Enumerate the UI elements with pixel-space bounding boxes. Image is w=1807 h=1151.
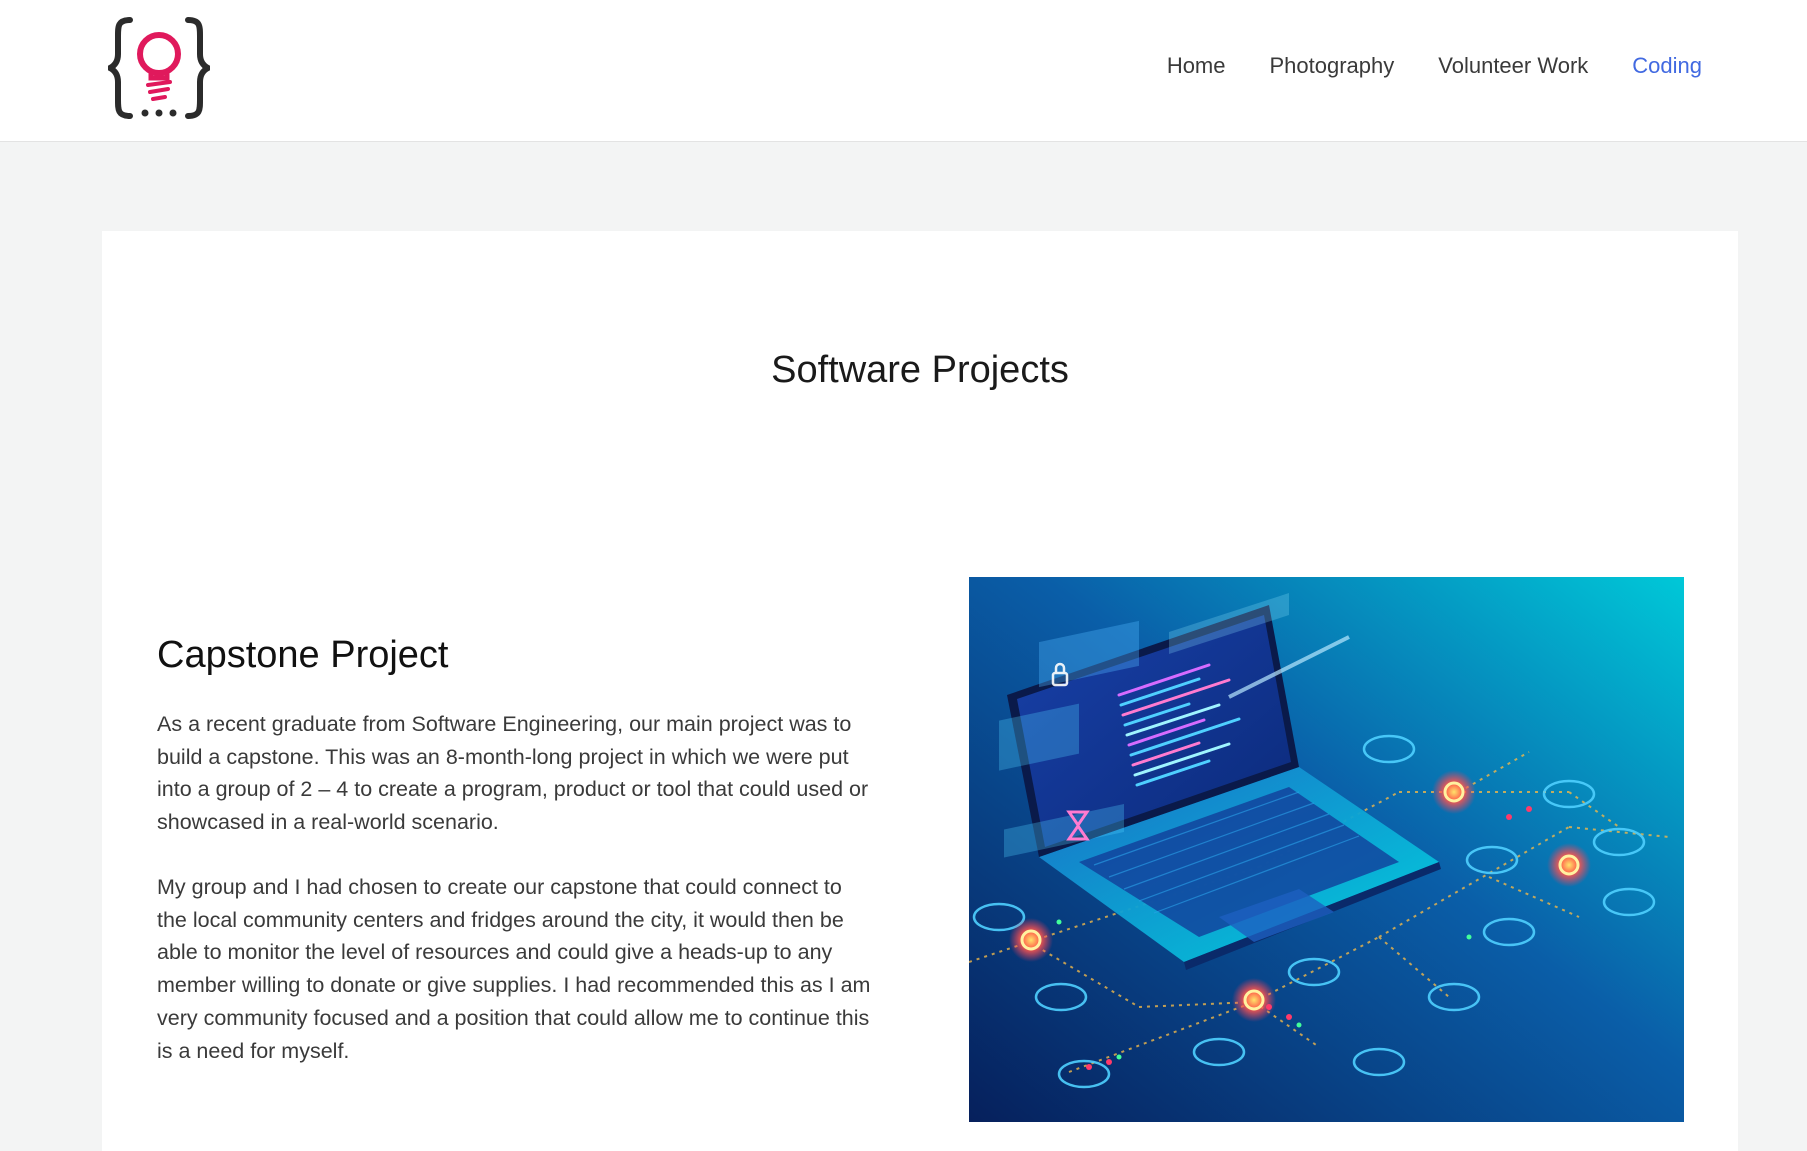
main-nav: Home Photography Volunteer Work Coding: [1167, 50, 1702, 82]
section-title: Capstone Project: [157, 634, 449, 676]
content-card: Software Projects Capstone Project As a …: [102, 231, 1738, 1151]
nav-home[interactable]: Home: [1167, 50, 1226, 82]
section-paragraph: As a recent graduate from Software Engin…: [157, 712, 869, 835]
project-image: [969, 577, 1684, 1122]
lightbulb-braces-icon: [103, 17, 215, 119]
nav-coding[interactable]: Coding: [1632, 50, 1702, 82]
laptop-network-illustration-icon: [969, 577, 1684, 1122]
nav-volunteer-work[interactable]: Volunteer Work: [1438, 50, 1588, 82]
site-logo[interactable]: [103, 16, 215, 120]
site-header: Home Photography Volunteer Work Coding: [0, 0, 1807, 142]
page-title: Software Projects: [771, 349, 1069, 391]
nav-photography[interactable]: Photography: [1270, 50, 1395, 82]
section-paragraph: My group and I had chosen to create our …: [157, 875, 871, 1063]
